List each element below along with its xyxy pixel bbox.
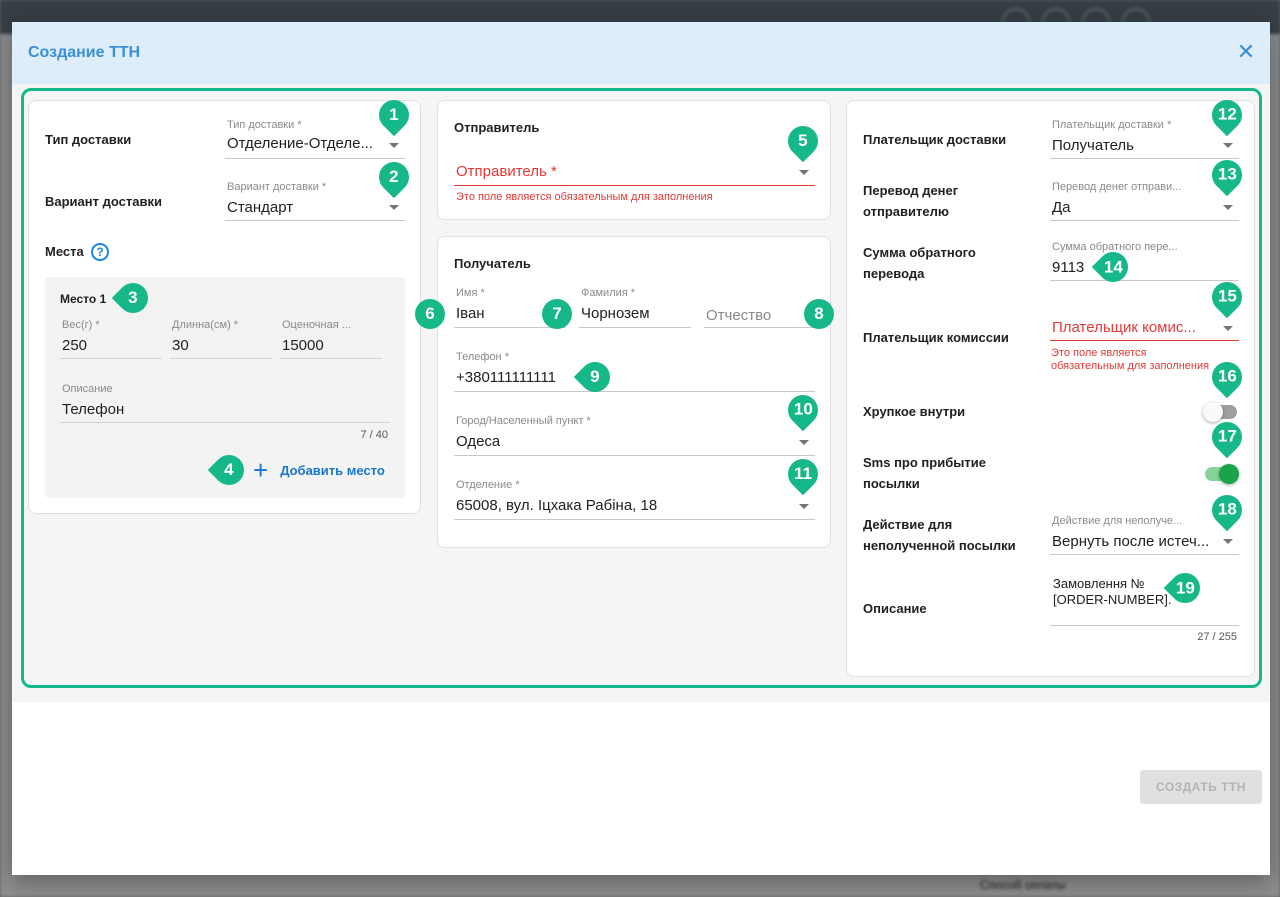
- city-select[interactable]: Город/Населенный пункт * Одеса: [454, 415, 815, 456]
- commission-select[interactable]: Плательщик комис...: [1050, 315, 1239, 341]
- transfer-label: Перевод денег отправителю: [863, 183, 959, 219]
- estimated-label: Оценочная ...: [282, 319, 351, 331]
- phone-label: Телефон *: [456, 351, 509, 363]
- delivery-variant-value: Стандарт: [227, 199, 294, 216]
- sms-label: Sms про прибытие посылки: [863, 455, 986, 491]
- toggle-knob: [1219, 464, 1239, 484]
- delivery-variant-select[interactable]: Вариант доставки * Стандарт: [225, 181, 405, 221]
- action-field-label: Действие для неполуче...: [1052, 515, 1183, 527]
- payer-label: Плательщик доставки: [863, 132, 1007, 147]
- sender-error: Это поле является обязательным для запол…: [456, 191, 713, 203]
- marker-6: 6: [415, 299, 445, 329]
- delivery-variant-field-label: Вариант доставки *: [227, 181, 327, 193]
- plus-icon: +: [253, 455, 269, 485]
- sum-value: 9113: [1052, 259, 1085, 276]
- recipient-title: Получатель: [454, 256, 531, 271]
- chevron-down-icon: [799, 170, 809, 175]
- last-name-label: Фамилия *: [581, 287, 636, 299]
- place-description-field[interactable]: Описание Телефон: [60, 383, 390, 423]
- description-textarea[interactable]: Замовлення № [ORDER-NUMBER].: [1050, 573, 1239, 626]
- length-value: 30: [172, 337, 189, 354]
- delivery-card: Тип доставки Тип доставки * Отделение-От…: [28, 100, 421, 514]
- payer-select[interactable]: Плательщик доставки * Получатель: [1050, 119, 1239, 159]
- payer-value: Получатель: [1052, 137, 1134, 154]
- close-icon[interactable]: ✕: [1236, 41, 1256, 63]
- fragile-toggle[interactable]: [1203, 402, 1237, 422]
- commission-label: Плательщик комиссии: [863, 330, 1009, 345]
- phone-value: +380111111111: [456, 369, 556, 386]
- sender-select[interactable]: Отправитель *: [454, 157, 815, 186]
- recipient-card: Получатель Имя * Іван Фамилия * Чорнозем…: [437, 236, 831, 548]
- add-place-button[interactable]: + Добавить место: [253, 455, 385, 485]
- toggle-knob: [1203, 402, 1223, 422]
- dialog-header: Создание ТТН ✕: [12, 22, 1270, 84]
- commission-placeholder: Плательщик комис...: [1052, 319, 1196, 336]
- place-title: Место 1: [60, 292, 107, 306]
- action-value: Вернуть после истеч...: [1052, 533, 1210, 550]
- description-value: Замовлення № [ORDER-NUMBER].: [1053, 576, 1172, 607]
- branch-value: 65008, вул. Іцхака Рабіна, 18: [456, 497, 658, 514]
- weight-value: 250: [62, 337, 88, 354]
- action-label: Действие для неполученной посылки: [863, 517, 1016, 553]
- branch-select[interactable]: Отделение * 65008, вул. Іцхака Рабіна, 1…: [454, 479, 815, 520]
- transfer-select[interactable]: Перевод денег отправи... Да: [1050, 181, 1239, 221]
- first-name-label: Имя *: [456, 287, 485, 299]
- length-field[interactable]: Длинна(см) * 30: [170, 319, 272, 359]
- sender-title: Отправитель: [454, 120, 540, 135]
- city-value: Одеса: [456, 433, 501, 450]
- help-icon[interactable]: ?: [91, 243, 109, 261]
- dialog-footer-area: [12, 702, 1270, 875]
- weight-field[interactable]: Вес(г) * 250: [60, 319, 162, 359]
- sender-card: Отправитель Отправитель * Это поле являе…: [437, 100, 831, 220]
- phone-field[interactable]: Телефон * +380111111111: [454, 351, 815, 392]
- create-ttn-dialog: Создание ТТН ✕ СОЗДАТЬ ТТН Тип доставки …: [12, 22, 1270, 875]
- last-name-value: Чорнозем: [581, 305, 650, 322]
- fragile-label: Хрупкое внутри: [863, 404, 966, 419]
- estimated-value-field[interactable]: Оценочная ... 15000: [280, 319, 382, 359]
- transfer-value: Да: [1052, 199, 1071, 216]
- commission-error: Это поле является обязательным для запол…: [1051, 347, 1210, 372]
- place-description-counter: 7 / 40: [360, 429, 388, 441]
- sender-placeholder: Отправитель *: [456, 163, 557, 180]
- chevron-down-icon: [1223, 326, 1233, 331]
- middle-name-field[interactable]: Отчество: [704, 287, 816, 328]
- chevron-down-icon: [389, 205, 399, 210]
- first-name-value: Іван: [456, 305, 485, 322]
- delivery-type-field-label: Тип доставки *: [227, 119, 302, 131]
- marker-7: 7: [542, 299, 572, 329]
- description-label: Описание: [863, 601, 927, 616]
- chevron-down-icon: [389, 143, 399, 148]
- delivery-variant-label: Вариант доставки: [45, 194, 162, 209]
- place-description-label: Описание: [62, 383, 113, 395]
- chevron-down-icon: [1223, 143, 1233, 148]
- branch-label: Отделение *: [456, 479, 520, 491]
- last-name-field[interactable]: Фамилия * Чорнозем: [579, 287, 691, 328]
- chevron-down-icon: [799, 504, 809, 509]
- middle-name-placeholder: Отчество: [706, 307, 772, 324]
- sum-field[interactable]: Сумма обратного пере... 9113: [1050, 241, 1239, 281]
- payer-field-label: Плательщик доставки *: [1052, 119, 1172, 131]
- dialog-title: Создание ТТН: [28, 44, 141, 61]
- city-label: Город/Населенный пункт *: [456, 415, 591, 427]
- chevron-down-icon: [1223, 539, 1233, 544]
- marker-8: 8: [804, 299, 834, 329]
- delivery-type-value: Отделение-Отделе...: [227, 135, 373, 152]
- delivery-type-label: Тип доставки: [45, 132, 132, 147]
- delivery-type-select[interactable]: Тип доставки * Отделение-Отделе...: [225, 119, 405, 159]
- sum-label: Сумма обратного перевода: [863, 245, 976, 281]
- transfer-field-label: Перевод денег отправи...: [1052, 181, 1182, 193]
- places-label: Места: [45, 244, 84, 259]
- description-counter: 27 / 255: [1197, 631, 1237, 643]
- action-select[interactable]: Действие для неполуче... Вернуть после и…: [1050, 515, 1239, 555]
- add-place-label: Добавить место: [280, 462, 385, 478]
- estimated-value: 15000: [282, 337, 324, 354]
- create-ttn-button[interactable]: СОЗДАТЬ ТТН: [1140, 770, 1262, 804]
- chevron-down-icon: [1223, 205, 1233, 210]
- chevron-down-icon: [799, 440, 809, 445]
- sms-toggle[interactable]: [1205, 464, 1239, 484]
- weight-label: Вес(г) *: [62, 319, 100, 331]
- length-label: Длинна(см) *: [172, 319, 239, 331]
- place-description-value: Телефон: [62, 401, 125, 418]
